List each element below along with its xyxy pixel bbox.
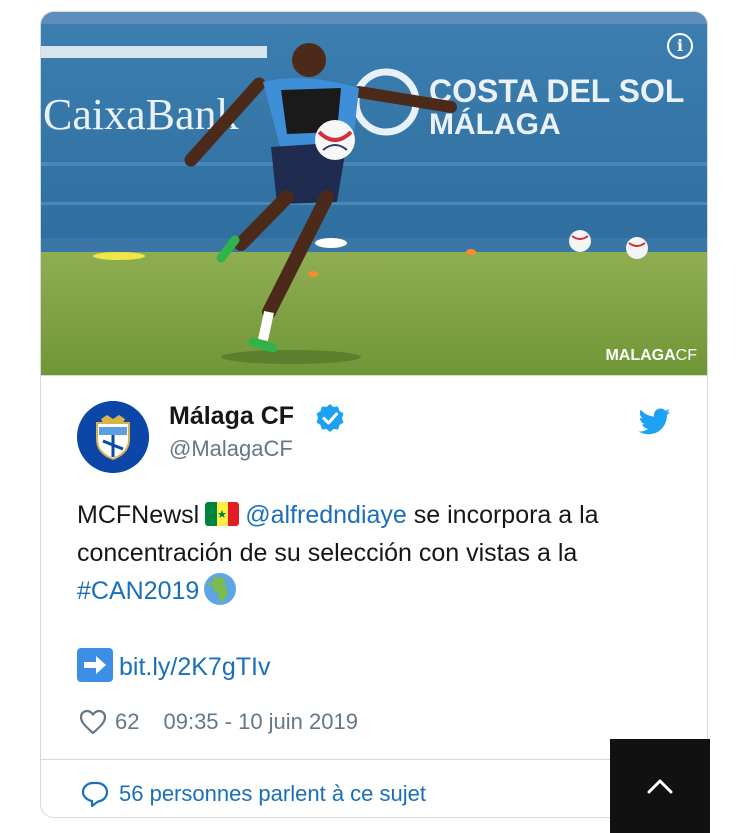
verified-badge-icon xyxy=(316,404,344,432)
tweet-text: MCFNewsl @alfredndiaye se incorpora a la … xyxy=(77,496,677,686)
tweet-prefix: MCFNewsl xyxy=(77,501,200,529)
author-name[interactable]: Málaga CF xyxy=(169,402,294,431)
heart-icon[interactable] xyxy=(79,709,107,735)
training-photo: CaixaBank COSTA DEL SOL MÁLAGA xyxy=(41,12,707,375)
footer-divider xyxy=(41,759,707,760)
speech-bubble-icon xyxy=(81,781,109,807)
svg-text:COSTA DEL SOL: COSTA DEL SOL xyxy=(429,73,684,109)
twitter-bird-icon[interactable] xyxy=(639,408,671,436)
mention-link[interactable]: @alfredndiaye xyxy=(245,501,407,529)
conversation-link[interactable]: 56 personnes parlent à ce sujet xyxy=(81,781,426,807)
chevron-up-icon xyxy=(647,779,673,794)
shortened-link[interactable]: bit.ly/2K7gTIv xyxy=(119,653,270,681)
author-handle[interactable]: @MalagaCF xyxy=(169,436,293,462)
hashtag-link[interactable]: #CAN2019 xyxy=(77,577,199,605)
right-arrow-icon xyxy=(77,648,113,682)
malaga-crest-icon xyxy=(77,401,149,473)
embedded-tweet-card[interactable]: CaixaBank COSTA DEL SOL MÁLAGA i MALAGAC… xyxy=(40,11,708,818)
avatar[interactable] xyxy=(77,401,149,473)
info-icon[interactable]: i xyxy=(667,33,693,59)
conversation-label: 56 personnes parlent à ce sujet xyxy=(119,781,426,806)
tweet-meta: 62 09:35 - 10 juin 2019 xyxy=(79,709,358,735)
senegal-flag-icon xyxy=(205,502,240,526)
photo-watermark: MALAGACF xyxy=(605,347,697,364)
scroll-to-top-button[interactable] xyxy=(610,739,710,833)
like-count[interactable]: 62 xyxy=(115,709,139,735)
tweet-photo[interactable]: CaixaBank COSTA DEL SOL MÁLAGA i MALAGAC… xyxy=(41,12,707,376)
tweet-timestamp[interactable]: 09:35 - 10 juin 2019 xyxy=(163,709,358,735)
globe-africa-icon xyxy=(204,573,237,605)
